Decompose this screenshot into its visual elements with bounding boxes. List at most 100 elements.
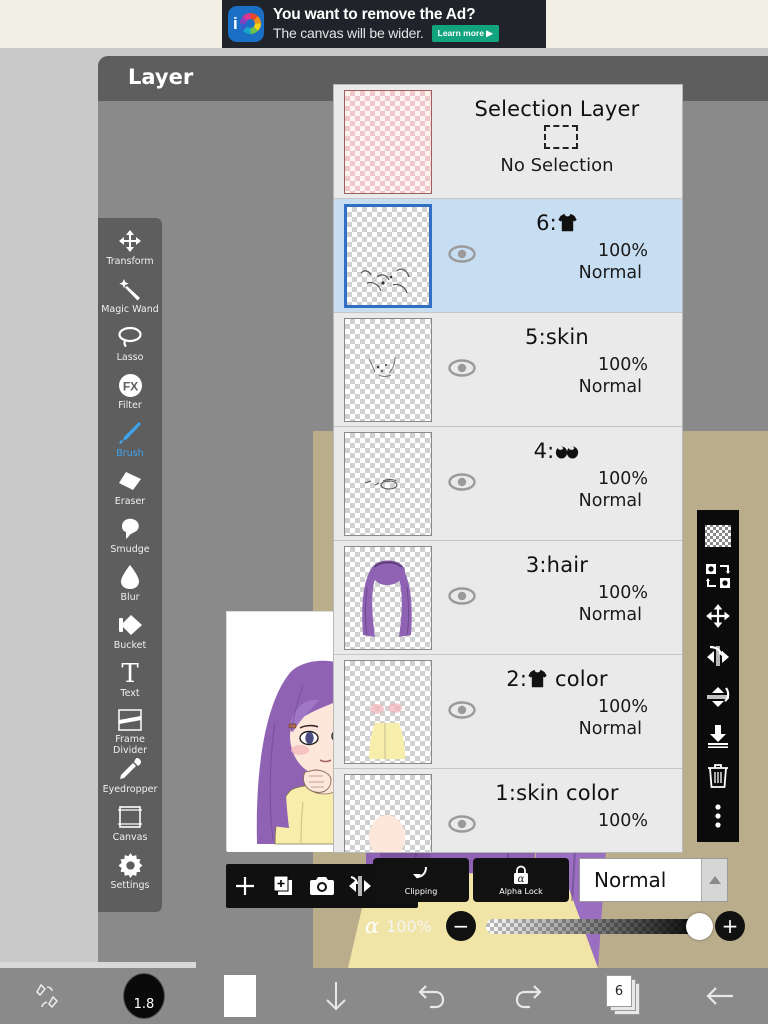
ad-headline: You want to remove the Ad? xyxy=(273,6,476,23)
lasso-icon xyxy=(117,324,143,350)
tool-smudge[interactable]: Smudge xyxy=(98,516,162,564)
tool-bucket[interactable]: Bucket xyxy=(98,612,162,660)
redo-button[interactable] xyxy=(480,968,576,1024)
tool-blur[interactable]: Blur xyxy=(98,564,162,612)
layer-visibility-toggle[interactable] xyxy=(448,815,476,833)
layers-button[interactable]: 6 xyxy=(576,968,672,1024)
layer-row[interactable]: 6: 100% Normal xyxy=(334,199,682,313)
tool-settings[interactable]: Settings xyxy=(98,852,162,900)
blend-mode-select[interactable]: Normal xyxy=(579,858,728,902)
color-swatch-button[interactable] xyxy=(192,968,288,1024)
svg-text:T: T xyxy=(121,661,139,685)
layer-name: 5:skin xyxy=(525,325,589,349)
layer-thumbnail[interactable] xyxy=(344,317,432,422)
chevron-up-icon[interactable] xyxy=(701,859,727,901)
camera-button[interactable] xyxy=(307,871,337,901)
selection-layer-thumbnail[interactable] xyxy=(344,89,432,194)
gear-icon xyxy=(118,852,143,878)
tool-label: Settings xyxy=(110,880,150,891)
layer-name: 6: xyxy=(432,211,682,238)
flip-vertical-layer-button[interactable] xyxy=(703,681,733,711)
brush-size-button[interactable]: 1.8 xyxy=(96,968,192,1024)
trash-icon[interactable] xyxy=(703,761,733,791)
eyes-glyph-icon xyxy=(554,440,580,464)
transparency-checker-button[interactable] xyxy=(703,521,733,551)
tool-lasso[interactable]: Lasso xyxy=(98,324,162,372)
color-swatch xyxy=(224,975,256,1017)
brush-size-circle: 1.8 xyxy=(123,973,165,1019)
tool-magic-wand[interactable]: Magic Wand xyxy=(98,276,162,324)
tool-label: Canvas xyxy=(112,832,148,843)
layer-thumbnail[interactable] xyxy=(344,659,432,764)
tool-label: Bucket xyxy=(113,640,147,651)
back-button[interactable] xyxy=(672,968,768,1024)
flip-horizontal-button[interactable] xyxy=(345,871,375,901)
opacity-decrease-button[interactable]: − xyxy=(445,911,476,941)
tool-brush[interactable]: Brush xyxy=(98,420,162,468)
flip-horizontal-layer-button[interactable] xyxy=(703,641,733,671)
layer-row[interactable]: 3:hair 100% Normal xyxy=(334,541,682,655)
brush-settings-button[interactable] xyxy=(0,968,96,1024)
undo-button[interactable] xyxy=(384,968,480,1024)
layer-panel[interactable]: Selection Layer No Selection 6: 100% Nor… xyxy=(333,84,683,853)
smudge-icon xyxy=(118,516,142,542)
tool-eraser[interactable]: Eraser xyxy=(98,468,162,516)
layer-thumbnail[interactable] xyxy=(344,431,432,536)
layer-thumbnail[interactable] xyxy=(344,773,432,852)
tool-filter[interactable]: FX Filter xyxy=(98,372,162,420)
layer-visibility-toggle[interactable] xyxy=(448,701,476,719)
layer-row[interactable]: 2: color 100% Normal xyxy=(334,655,682,769)
tool-frame-divider[interactable]: Frame Divider xyxy=(98,708,162,756)
tool-canvas[interactable]: Canvas xyxy=(98,804,162,852)
layer-visibility-toggle[interactable] xyxy=(448,587,476,605)
layer-blend-mode: Normal xyxy=(578,605,642,625)
layer-opacity: 100% xyxy=(597,697,648,717)
layer-thumbnail[interactable] xyxy=(344,545,432,650)
layer-row[interactable]: 1:skin color 100% xyxy=(334,769,682,852)
layer-row[interactable]: 5:skin 100% Normal xyxy=(334,313,682,427)
opacity-slider-knob[interactable] xyxy=(686,912,713,940)
swap-layers-button[interactable] xyxy=(703,561,733,591)
eraser-icon xyxy=(117,468,143,494)
clipping-button[interactable]: Clipping xyxy=(373,858,469,902)
layer-blend-mode: Normal xyxy=(578,263,642,283)
duplicate-layer-button[interactable] xyxy=(269,871,299,901)
ad-banner: i You want to remove the Ad? The canvas … xyxy=(0,0,768,48)
magic-wand-icon xyxy=(118,276,142,302)
layer-name: 2: color xyxy=(432,667,682,694)
tool-label: Eyedropper xyxy=(102,784,158,795)
layer-stack-icon: 6 xyxy=(606,975,642,1017)
layer-visibility-toggle[interactable] xyxy=(448,473,476,491)
layer-opacity: 100% xyxy=(597,241,648,261)
merge-down-button[interactable] xyxy=(703,721,733,751)
more-vertical-icon[interactable] xyxy=(703,801,733,831)
tool-text[interactable]: T Text xyxy=(98,660,162,708)
layer-thumbnail[interactable] xyxy=(344,203,432,308)
layer-visibility-toggle[interactable] xyxy=(448,245,476,263)
tool-label: Filter xyxy=(118,400,142,411)
left-toolbar: Transform Magic Wand Lasso FX Filter Bru… xyxy=(98,218,162,912)
download-button[interactable] xyxy=(288,968,384,1024)
tool-transform[interactable]: Transform xyxy=(98,228,162,276)
layer-row[interactable]: 4: 100% Normal xyxy=(334,427,682,541)
ad-text-block: You want to remove the Ad? The canvas wi… xyxy=(273,6,540,42)
move-layer-button[interactable] xyxy=(703,601,733,631)
ad-learn-more-button[interactable]: Learn more ▶ xyxy=(431,25,499,42)
eyedropper-icon xyxy=(118,756,142,782)
add-layer-button[interactable] xyxy=(230,871,260,901)
opacity-slider-track[interactable] xyxy=(485,912,713,940)
selection-layer-row[interactable]: Selection Layer No Selection xyxy=(334,85,682,199)
brush-size-value: 1.8 xyxy=(133,997,155,1012)
canvas-square-icon xyxy=(118,804,142,830)
layer-visibility-toggle[interactable] xyxy=(448,359,476,377)
tool-label: Brush xyxy=(116,448,144,459)
layer-name: 4: xyxy=(432,439,682,464)
tool-eyedropper[interactable]: Eyedropper xyxy=(98,756,162,804)
selection-layer-title: Selection Layer xyxy=(474,97,640,121)
layer-blend-mode: Normal xyxy=(578,377,642,397)
ad-banner-content[interactable]: i You want to remove the Ad? The canvas … xyxy=(222,0,546,48)
layer-name: 1:skin color xyxy=(495,781,619,805)
alpha-lock-button[interactable]: α Alpha Lock xyxy=(473,858,569,902)
opacity-increase-button[interactable]: + xyxy=(715,911,745,941)
fx-icon: FX xyxy=(118,372,143,398)
